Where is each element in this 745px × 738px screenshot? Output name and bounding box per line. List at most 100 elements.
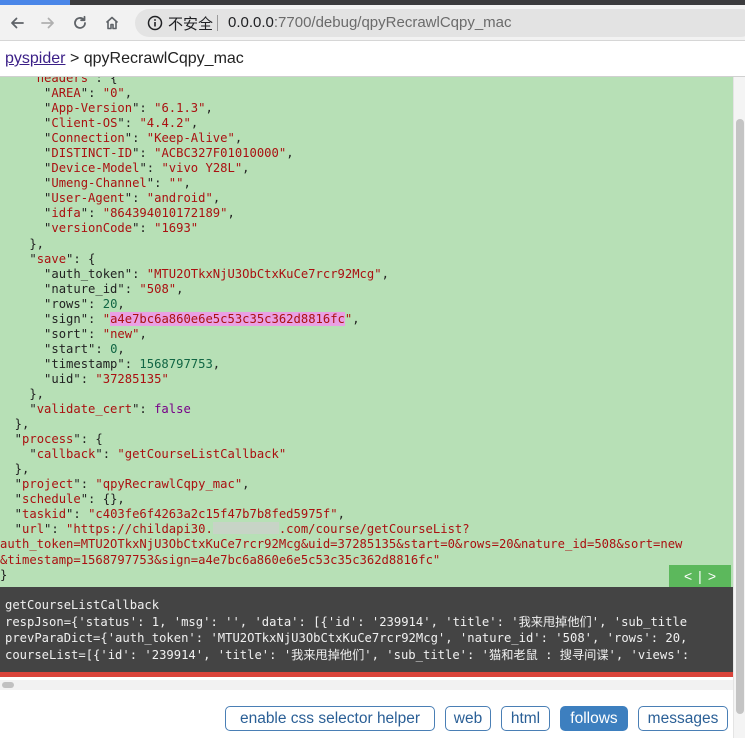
project-value: qpyRecrawlCqpy_mac [102,477,235,492]
headers-block: "AREA": "0", "App-Version": "6.1.3", "Cl… [0,86,294,235]
prev-task-button[interactable]: < [684,568,692,584]
address-divider [217,15,218,31]
url-value-start: https://childapi30. [73,522,213,537]
project-name: qpyRecrawlCqpy_mac [83,50,244,67]
header-value: "" [168,176,184,191]
task-pager: < | > [669,565,731,587]
url-value-line3: &timestamp=1568797753&sign=a4e7bc6a860e6… [0,552,441,567]
header-key: Client-OS [51,116,118,131]
schedule-value: {} [102,492,118,507]
result-tabs-bar: enable css selector helper web html foll… [0,700,733,738]
task-json-panel[interactable]: "headers": { "AREA": "0", "App-Version":… [0,77,733,587]
console-line: courseList=[{'id': '239914', 'title': '我… [5,647,690,662]
pyspider-home-link[interactable]: pyspider [5,50,65,67]
callback-value: getCourseListCallback [124,447,279,462]
json-key: project [22,477,74,492]
security-indicator[interactable]: 不安全 [147,14,214,33]
header-value: "Keep-Alive" [146,131,235,146]
json-key: save [36,251,67,266]
header-key: User-Agent [51,191,125,206]
breadcrumb: pyspider > qpyRecrawlCqpy_mac [5,50,244,68]
console-line: respJson={'status': 1, 'msg': '', 'data'… [5,614,688,629]
vertical-scrollbar-thumb[interactable] [736,119,744,714]
start-value: 0 [110,341,118,356]
header-entry: "versionCode": "1693" [0,221,199,236]
header-key: Connection [51,131,125,146]
redacted-domain [212,522,279,535]
header-entry: "Connection": "Keep-Alive", [0,131,243,146]
url-text[interactable]: 0.0.0.0:7700/debug/qpyRecrawlCqpy_mac [228,14,512,31]
header-value: "1693" [154,221,199,236]
url-value-line2: auth_token=MTU2OTkxNjU3ObCtxKuCe7rcr92Mc… [0,537,683,552]
console-error-bar [0,672,733,677]
header-entry: "App-Version": "6.1.3", [0,101,213,116]
json-key: validate_cert [36,402,133,417]
header-key: idfa [51,206,81,221]
html-button[interactable]: html [501,706,550,731]
task-json: "headers": { "AREA": "0", "App-Version":… [0,77,733,583]
follows-button[interactable]: follows [560,706,628,731]
nature-id-value: 508 [146,281,169,296]
console-line: prevParaDict={'auth_token': 'MTU2OTkxNjU… [5,631,688,646]
console-output[interactable]: getCourseListCallback respJson={'status':… [0,587,733,674]
header-key: Umeng-Channel [51,176,147,191]
header-key: DISTINCT-ID [51,146,133,161]
header-entry: "Umeng-Channel": "", [0,176,191,191]
url-value-end: .com/course/getCourseList? [278,522,470,537]
header-value: "6.1.3" [154,101,206,116]
home-icon [105,16,119,30]
header-entry: "Client-OS": "4.4.2", [0,116,199,131]
header-value: "0" [102,86,125,101]
vertical-scrollbar[interactable] [733,77,745,738]
console-line: getCourseListCallback [5,598,160,612]
back-button[interactable] [6,12,28,34]
header-key: AREA [51,86,81,101]
header-key: versionCode [51,221,133,236]
url-host: 0.0.0.0 [228,14,274,31]
horizontal-scrollbar-thumb[interactable] [2,682,14,688]
reload-button[interactable] [69,12,91,34]
header-entry: "User-Agent": "android", [0,191,221,206]
forward-arrow-icon [41,17,54,29]
web-button[interactable]: web [445,706,491,731]
json-key: headers [36,77,89,85]
messages-button[interactable]: messages [638,706,728,731]
css-selector-helper-button[interactable]: enable css selector helper [225,706,435,731]
json-key: taskid [22,507,67,522]
next-task-button[interactable]: > [708,568,716,584]
sign-value: a4e7bc6a860e6e5c53c35c362d8816fc [110,311,345,326]
header-entry: "idfa": "864394010172189", [0,206,235,221]
auth-token-value: MTU2OTkxNjU3ObCtxKuCe7rcr92Mcg [154,266,375,281]
header-value: "4.4.2" [139,116,191,131]
header-entry: "AREA": "0", [0,86,133,101]
uid-value: 37285135 [102,371,162,386]
rows-value: 20 [102,296,118,311]
home-button[interactable] [101,12,123,34]
address-bar[interactable]: 不安全 0.0.0.0:7700/debug/qpyRecrawlCqpy_ma… [135,9,745,37]
taskid-value: c403fe6f4263a2c15f47b7b8fed5975f [95,507,331,522]
back-arrow-icon [11,17,24,29]
header-value: "android" [146,191,213,206]
header-value: "864394010172189" [102,206,228,221]
header-value: "vivo Y28L" [161,161,243,176]
sort-value: new [110,326,133,341]
browser-toolbar: 不安全 0.0.0.0:7700/debug/qpyRecrawlCqpy_ma… [0,5,745,41]
json-key: process [22,432,74,447]
console-lines: getCourseListCallback respJson={'status':… [0,587,733,663]
reload-icon [74,15,86,29]
pager-divider: | [698,568,702,584]
url-path: :7700/debug/qpyRecrawlCqpy_mac [273,14,512,31]
horizontal-scrollbar[interactable] [0,680,733,690]
forward-button[interactable] [37,12,59,34]
header-entry: "Device-Model": "vivo Y28L", [0,161,250,176]
header-key: Device-Model [51,161,140,176]
info-icon [147,15,163,31]
validate-cert-value: false [154,402,191,417]
json-key: callback [36,447,96,462]
breadcrumb-separator: > [69,50,80,67]
security-label: 不安全 [168,15,214,33]
header-key: App-Version [51,101,133,116]
header-entry: "DISTINCT-ID": "ACBC327F01010000", [0,146,294,161]
json-key: url [22,522,45,537]
json-key: schedule [22,492,81,507]
